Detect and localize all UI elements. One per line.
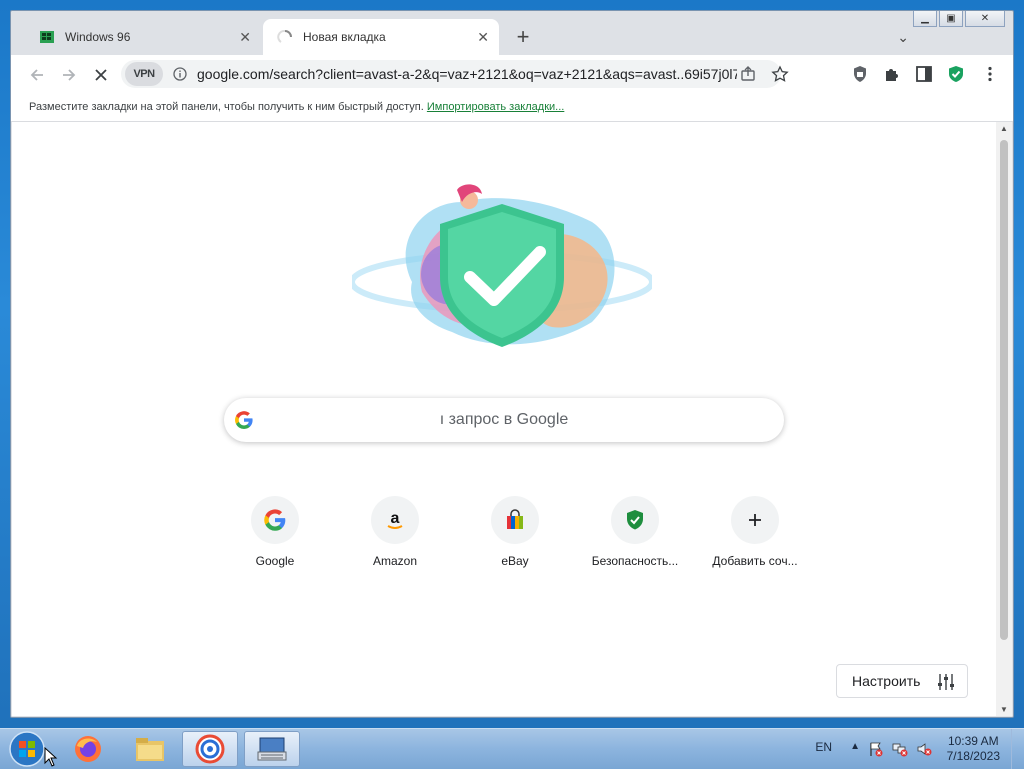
info-icon[interactable] xyxy=(173,67,187,81)
customize-label: Настроить xyxy=(852,673,921,689)
new-tab-button[interactable]: + xyxy=(511,25,535,49)
shortcut-ebay[interactable]: eBay xyxy=(460,496,570,568)
shortcut-label: Безопасность... xyxy=(591,554,679,568)
shortcut-tile xyxy=(611,496,659,544)
keyboard-icon xyxy=(257,737,287,761)
show-desktop-button[interactable] xyxy=(1011,729,1024,769)
shortcut-add[interactable]: Добавить соч... xyxy=(700,496,810,568)
extensions-puzzle-icon[interactable] xyxy=(883,65,901,83)
arrow-left-icon xyxy=(30,69,43,81)
shortcut-label: eBay xyxy=(501,554,529,568)
scroll-down-arrow-icon[interactable]: ▼ xyxy=(1000,705,1008,714)
firefox-icon xyxy=(75,736,101,762)
url-text[interactable]: google.com/search?client=avast-a-2&q=vaz… xyxy=(197,66,737,82)
tab-title: Windows 96 xyxy=(65,30,131,44)
bookmarks-message-text: Разместите закладки на этой панели, чтоб… xyxy=(29,101,424,113)
tab-title: Новая вкладка xyxy=(303,30,386,44)
shortcut-tile xyxy=(251,496,299,544)
avast-shield-illustration xyxy=(352,184,652,347)
search-placeholder: ı запрос в Google xyxy=(439,411,569,428)
star-icon[interactable] xyxy=(771,65,789,83)
loading-spinner-icon xyxy=(277,29,292,43)
sliders-icon xyxy=(938,674,954,690)
toolbar: VPN google.com/search?client=avast-a-2&q… xyxy=(11,55,1013,93)
volume-muted-icon[interactable] xyxy=(916,741,932,757)
shortcut-label: Google xyxy=(255,554,295,568)
taskbar-avast-browser[interactable] xyxy=(182,731,238,767)
start-orb-icon[interactable] xyxy=(8,730,46,768)
system-tray: EN ▲ 10:39 AM 7/18/2023 xyxy=(804,729,1024,769)
shortcut-tile: a xyxy=(371,496,419,544)
share-icon[interactable] xyxy=(739,65,757,83)
tab-strip: Windows 96 ✕ Новая вкладка ✕ + ⌄ xyxy=(11,11,1013,55)
show-hidden-icons-icon[interactable]: ▲ xyxy=(850,741,860,752)
shortcuts-grid: Google a Amazon eBay Безопасность... Доб… xyxy=(232,496,798,576)
action-center-flag-icon[interactable] xyxy=(868,741,884,757)
shortcut-tile xyxy=(491,496,539,544)
clock-time: 10:39 AM xyxy=(947,734,999,748)
ebay-bag-icon xyxy=(507,509,523,529)
bookmarks-bar: Разместите закладки на этой панели, чтоб… xyxy=(11,93,1013,122)
shortcut-tile xyxy=(731,496,779,544)
customize-button[interactable]: Настроить xyxy=(836,664,968,698)
shortcut-amazon[interactable]: a Amazon xyxy=(340,496,450,568)
shortcut-security[interactable]: Безопасность... xyxy=(580,496,690,568)
import-bookmarks-link[interactable]: Импортировать закладки... xyxy=(427,101,564,113)
shortcut-google[interactable]: Google xyxy=(220,496,330,568)
stop-x-icon xyxy=(95,69,107,81)
shield-check-icon xyxy=(627,510,643,530)
privacy-shield-icon[interactable] xyxy=(851,65,869,83)
shortcut-label: Добавить соч... xyxy=(712,554,798,568)
amazon-icon: a xyxy=(387,510,403,529)
language-indicator[interactable]: EN xyxy=(815,740,832,754)
scroll-up-arrow-icon[interactable]: ▲ xyxy=(1000,124,1008,133)
arrow-right-icon xyxy=(63,69,76,81)
chevron-down-icon[interactable]: ⌄ xyxy=(897,29,909,46)
avast-shield-check-icon[interactable] xyxy=(947,65,965,83)
taskbar: EN ▲ 10:39 AM 7/18/2023 xyxy=(0,728,1024,769)
side-panel-icon[interactable] xyxy=(915,65,933,83)
windows96-favicon-icon xyxy=(40,31,54,43)
taskbar-firefox[interactable] xyxy=(60,731,116,767)
back-button[interactable] xyxy=(25,63,49,87)
menu-kebab-icon[interactable] xyxy=(981,65,999,83)
tab-new-tab[interactable]: Новая вкладка ✕ xyxy=(263,19,499,55)
address-bar[interactable]: VPN google.com/search?client=avast-a-2&q… xyxy=(121,60,789,88)
folder-icon xyxy=(136,738,164,761)
clock-date: 7/18/2023 xyxy=(946,749,1000,763)
close-tab-icon[interactable]: ✕ xyxy=(477,29,489,46)
vpn-button[interactable]: VPN xyxy=(125,62,163,86)
avast-browser-icon xyxy=(195,734,225,764)
forward-button[interactable] xyxy=(57,63,81,87)
bookmarks-bar-message: Разместите закладки на этой панели, чтоб… xyxy=(29,101,564,113)
svg-text:a: a xyxy=(391,510,400,527)
plus-icon xyxy=(749,514,761,526)
vertical-scrollbar[interactable]: ▲ ▼ xyxy=(996,122,1012,716)
clock[interactable]: 10:39 AM 7/18/2023 xyxy=(947,734,1000,764)
tab-windows96[interactable]: Windows 96 ✕ xyxy=(25,19,261,55)
close-tab-icon[interactable]: ✕ xyxy=(239,29,251,46)
stop-button[interactable] xyxy=(89,63,113,87)
browser-window: ▁ ▣ ✕ Windows 96 ✕ Новая вкладка ✕ + ⌄ V… xyxy=(10,10,1014,718)
google-icon xyxy=(264,509,286,531)
network-icon[interactable] xyxy=(892,741,908,757)
shortcut-label: Amazon xyxy=(372,554,418,568)
mouse-cursor-icon xyxy=(44,747,58,767)
scroll-thumb[interactable] xyxy=(1000,140,1008,640)
google-search-box[interactable]: ı запрос в Google xyxy=(224,398,784,442)
taskbar-file-explorer[interactable] xyxy=(122,731,178,767)
taskbar-onscreen-keyboard[interactable] xyxy=(244,731,300,767)
new-tab-page: ı запрос в Google Google a Amazon eBay Б… xyxy=(12,122,996,716)
